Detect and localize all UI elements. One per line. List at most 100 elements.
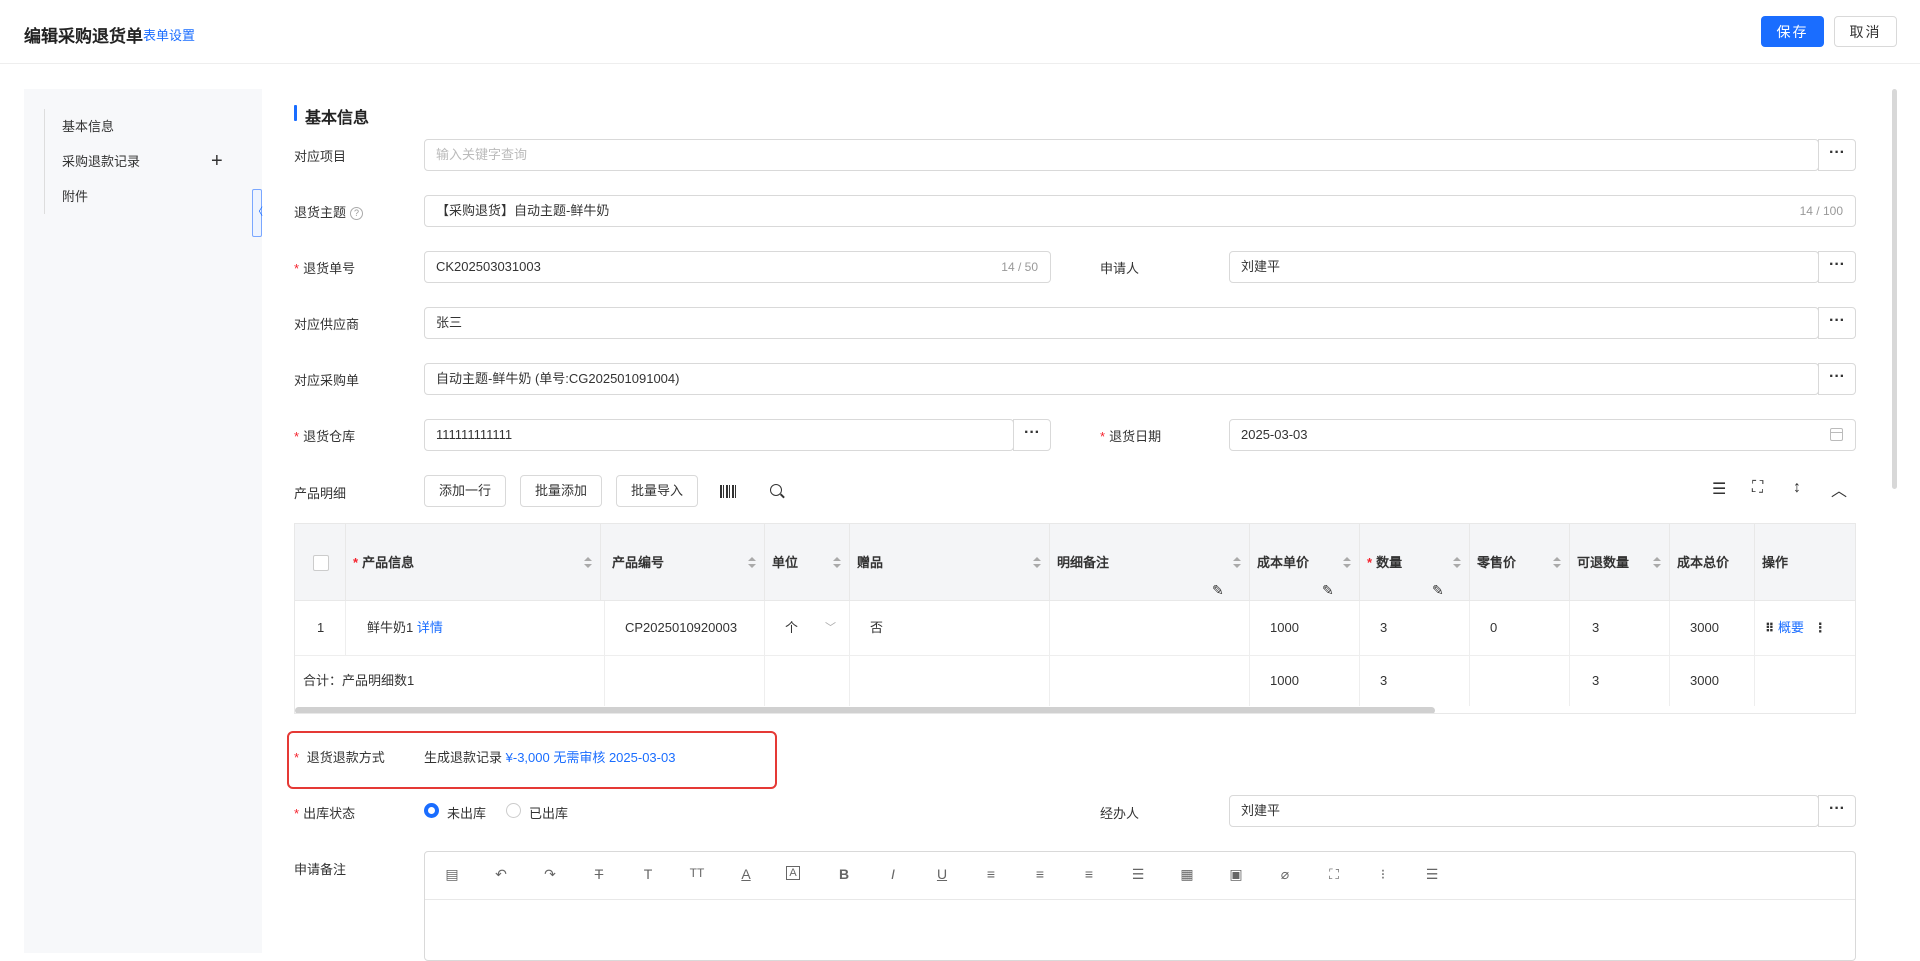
col-product-code[interactable]: 产品编号 [605, 524, 765, 601]
cancel-button[interactable]: 取消 [1834, 16, 1897, 47]
radio-outbound[interactable] [506, 803, 521, 818]
sidebar-item-refund-records[interactable]: 采购退款记录 + [45, 144, 244, 179]
italic-icon[interactable]: I [884, 866, 902, 882]
more-icon[interactable]: ⋮ [1814, 620, 1827, 635]
radio-not-outbound-label[interactable]: 未出库 [447, 803, 486, 822]
sidebar-collapse-handle[interactable]: 〈 [252, 189, 263, 237]
cell-unit-select[interactable]: 个 ﹀ [765, 601, 850, 655]
plus-icon[interactable]: + [211, 144, 223, 179]
editor-toolbar: ▤ ↶ ↷ T T TT A A B I U ≡ ≡ ≡ ☰ ▦ ▣ ⌀ ⛶ ⁝… [425, 852, 1855, 900]
sort-icon[interactable] [1653, 557, 1661, 568]
save-button[interactable]: 保存 [1761, 16, 1824, 47]
col-label: 成本单价 [1257, 555, 1310, 570]
table-row[interactable]: 1 鲜牛奶1 详情 CP2025010920003 个 ﹀ 否 1000 3 0 … [295, 601, 1855, 656]
table-format-icon[interactable]: ▤ [443, 866, 461, 883]
image-icon[interactable]: ▣ [1227, 866, 1245, 883]
col-cost-price[interactable]: 成本单价 ✎ [1250, 524, 1360, 601]
row-height-icon[interactable]: ☰ [1712, 479, 1726, 499]
return-no-input[interactable]: CK202503031003 14 / 50 [424, 251, 1051, 283]
vertical-scrollbar[interactable] [1892, 89, 1897, 489]
sort-icon[interactable] [1343, 557, 1351, 568]
cell-remark[interactable] [1050, 601, 1250, 655]
bullet-list-icon[interactable]: ☰ [1423, 866, 1441, 883]
help-icon[interactable]: ? [350, 207, 364, 221]
sidebar-item-basic-info[interactable]: 基本信息 [45, 109, 244, 144]
horizontal-scrollbar[interactable] [295, 707, 1435, 713]
applicant-picker-button[interactable]: ··· [1818, 251, 1856, 283]
sort-icon[interactable] [833, 557, 841, 568]
chevron-up-icon[interactable]: ︿ [1831, 477, 1847, 501]
batch-import-button[interactable]: 批量导入 [616, 475, 699, 507]
attachment-icon[interactable]: ⌀ [1276, 866, 1294, 883]
background-color-icon[interactable]: A [786, 866, 800, 880]
cell-product: 鲜牛奶1 详情 [346, 601, 605, 655]
sort-icon[interactable] [748, 557, 756, 568]
col-unit[interactable]: 单位 [765, 524, 850, 601]
col-gift[interactable]: 赠品 [850, 524, 1050, 601]
ordered-list-icon[interactable]: ⁝ [1374, 866, 1392, 883]
summary-empty [765, 656, 850, 706]
warehouse-picker-button[interactable]: ··· [1013, 419, 1051, 451]
radio-outbound-label[interactable]: 已出库 [529, 803, 568, 822]
search-icon[interactable] [770, 484, 782, 496]
radio-not-outbound[interactable] [424, 803, 439, 818]
bold-icon[interactable]: B [835, 866, 853, 882]
barcode-icon[interactable] [720, 485, 736, 498]
summary-empty [850, 656, 1050, 706]
remark-editor[interactable]: ▤ ↶ ↷ T T TT A A B I U ≡ ≡ ≡ ☰ ▦ ▣ ⌀ ⛶ ⁝… [424, 851, 1856, 961]
align-right-icon[interactable]: ≡ [1080, 866, 1098, 882]
return-date-input[interactable]: 2025-03-03 [1229, 419, 1856, 451]
select-all-checkbox[interactable] [313, 555, 329, 571]
batch-add-button[interactable]: 批量添加 [520, 475, 603, 507]
purchase-order-picker-button[interactable]: ··· [1818, 363, 1856, 395]
purchase-order-input[interactable]: 自动主题-鲜牛奶 (单号:CG202501091004) [424, 363, 1819, 395]
col-total-cost[interactable]: 成本总价 [1670, 524, 1755, 601]
heading-icon[interactable]: T [639, 866, 657, 882]
sort-icon[interactable] [1553, 557, 1561, 568]
redo-icon[interactable]: ↷ [541, 866, 559, 883]
cell-quantity[interactable]: 3 [1360, 601, 1470, 655]
sort-icon[interactable] [584, 557, 592, 568]
form-settings-link[interactable]: 表单设置 [143, 25, 195, 44]
refund-record-link[interactable]: ¥-3,000 无需审核 2025-03-03 [506, 750, 676, 765]
col-remark[interactable]: 明细备注 ✎ [1050, 524, 1250, 601]
handler-picker-button[interactable]: ··· [1818, 795, 1856, 827]
col-retail-price[interactable]: 零售价 [1470, 524, 1570, 601]
strikethrough-icon[interactable]: T [590, 866, 608, 882]
sort-icon[interactable] [1033, 557, 1041, 568]
sort-icon[interactable] [1233, 557, 1241, 568]
col-returnable-qty[interactable]: 可退数量 [1570, 524, 1670, 601]
add-row-button[interactable]: 添加一行 [424, 475, 507, 507]
col-label: 单位 [772, 555, 799, 570]
undo-icon[interactable]: ↶ [492, 866, 510, 883]
sidebar-item-attachments[interactable]: 附件 [45, 179, 244, 214]
underline-icon[interactable]: U [933, 866, 951, 882]
supplier-input[interactable]: 张三 [424, 307, 1819, 339]
fullscreen-icon[interactable]: ⛶ [1752, 479, 1763, 497]
subject-input[interactable]: 【采购退货】自动主题-鲜牛奶 14 / 100 [424, 195, 1856, 227]
warehouse-input[interactable]: 111111111111 [424, 419, 1014, 451]
calendar-icon[interactable] [1830, 428, 1843, 441]
project-picker-button[interactable]: ··· [1818, 139, 1856, 171]
align-left-icon[interactable]: ≡ [982, 866, 1000, 882]
align-justify-icon[interactable]: ☰ [1129, 866, 1147, 883]
supplier-picker-button[interactable]: ··· [1818, 307, 1856, 339]
cell-cost-price[interactable]: 1000 [1250, 601, 1360, 655]
expand-vertical-icon[interactable]: ↕ [1793, 479, 1801, 497]
applicant-input[interactable]: 刘建平 [1229, 251, 1819, 283]
project-input[interactable]: 输入关键字查询 [424, 139, 1819, 171]
align-center-icon[interactable]: ≡ [1031, 866, 1049, 882]
col-product-info[interactable]: * 产品信息 [346, 524, 601, 601]
cell-gift[interactable]: 否 [850, 601, 1050, 655]
font-size-icon[interactable]: TT [688, 866, 706, 880]
sort-icon[interactable] [1453, 557, 1461, 568]
fullscreen-icon[interactable]: ⛶ [1325, 866, 1343, 883]
font-color-icon[interactable]: A [737, 866, 755, 882]
col-quantity[interactable]: * 数量 ✎ [1360, 524, 1470, 601]
return-date-value: 2025-03-03 [1241, 427, 1308, 442]
insert-table-icon[interactable]: ▦ [1178, 866, 1196, 883]
product-detail-link[interactable]: 详情 [417, 620, 443, 635]
handler-input[interactable]: 刘建平 [1229, 795, 1819, 827]
drag-handle-icon[interactable]: ⠿ [1765, 621, 1774, 635]
summary-link[interactable]: 概要 [1778, 620, 1804, 635]
